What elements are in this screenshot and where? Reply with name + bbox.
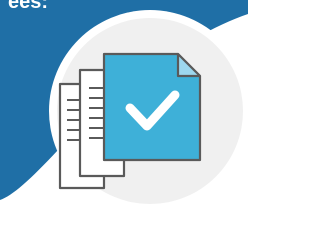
document-approved-illustration	[49, 10, 248, 212]
document-icon	[102, 52, 202, 162]
